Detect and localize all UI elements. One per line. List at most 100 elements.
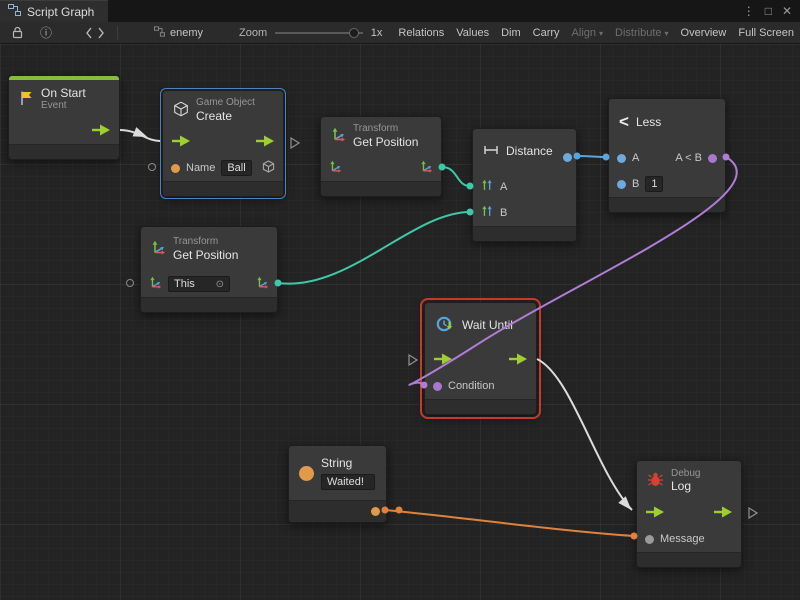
titlebar: Script Graph ⋮ □ ✕ [0,0,800,22]
b-value-field[interactable]: 1 [645,176,663,192]
bug-icon [647,472,664,490]
port-label: Message [660,533,705,545]
condition-input-port[interactable] [433,382,442,391]
position-output-port[interactable] [420,160,433,176]
node-debug-log[interactable]: Debug Log Message [636,460,742,568]
flow-output-port[interactable] [255,135,275,150]
flow-input-port[interactable] [645,506,665,521]
window-controls: ⋮ □ ✕ [743,0,800,22]
zoom-slider-handle[interactable] [349,28,359,38]
result-label: A < B [675,152,702,164]
toolbar-separator [117,26,118,40]
string-output-port[interactable] [371,507,380,516]
align-dropdown[interactable]: Align▾ [566,24,609,42]
transform-input-port[interactable] [149,276,162,292]
window-close-icon[interactable]: ✕ [782,4,792,18]
node-title: Wait Until [462,318,513,332]
wire-flow-start-create [120,130,160,141]
graph-breadcrumb[interactable]: enemy [154,26,203,40]
zoom-slider[interactable] [275,26,363,40]
node-less[interactable]: < Less A A < B B 1 [608,98,726,213]
carry-button[interactable]: Carry [527,24,566,42]
port-label: A [632,152,639,164]
node-distance[interactable]: Distance A B [472,128,577,242]
window-menu-icon[interactable]: ⋮ [743,4,755,18]
target-field[interactable]: This ⊙ [168,276,230,292]
node-title: On Start [41,86,86,100]
cube-icon [173,101,189,120]
lock-icon[interactable] [6,26,29,39]
flow-input-port[interactable] [433,353,453,368]
flow-output-port[interactable] [508,353,528,368]
unconnected-port-ring[interactable] [126,279,134,287]
node-category: Transform [173,236,238,248]
port-label: Name [186,162,215,174]
position-output-port[interactable] [256,276,269,292]
node-on-start-event[interactable]: On Start Event [8,75,120,160]
port-label: B [500,207,507,219]
object-picker-icon[interactable]: ⊙ [216,279,224,290]
result-output-port[interactable] [708,154,717,163]
node-footer [637,552,741,567]
wire-getpos1-distance-a [442,167,470,186]
port-label: B [632,178,639,190]
window-maximize-icon[interactable]: □ [765,4,772,18]
node-footer [9,144,119,159]
wire-endpoint [396,507,403,514]
node-game-object-create[interactable]: Game Object Create Name Ball [162,90,284,197]
flow-continuation-icon [290,136,300,154]
node-string[interactable]: String Waited! [288,445,387,523]
node-get-position-2[interactable]: Transform Get Position This ⊙ [140,226,278,313]
node-wait-until[interactable]: Wait Until Condition [424,302,537,415]
node-footer [141,297,277,312]
flow-input-port[interactable] [171,135,191,150]
node-footer [425,399,536,414]
wire-string-debuglog-message [385,510,634,536]
string-value-field[interactable]: Waited! [321,474,375,490]
transform-input-port[interactable] [329,160,342,176]
node-title: Log [671,479,700,493]
graph-canvas[interactable]: On Start Event Game Object Create [0,44,800,600]
timer-clock-icon [435,314,455,337]
b-input-port[interactable] [617,180,626,189]
node-footer [609,197,725,212]
wire-distance-less-a [577,156,606,157]
unconnected-port-ring[interactable] [148,163,156,171]
vector-input-icon[interactable] [481,205,494,221]
node-title: Create [196,109,255,123]
distance-output-port[interactable] [563,153,572,162]
game-object-output-port[interactable] [262,160,275,176]
full-screen-button[interactable]: Full Screen [732,24,800,42]
tab-script-graph[interactable]: Script Graph [0,0,108,22]
vector-input-icon[interactable] [481,179,494,195]
flow-output-port[interactable] [91,124,111,139]
string-icon [299,466,314,481]
distance-ruler-icon [483,143,499,160]
toolbar: ⓘ enemy Zoom 1x Relations Values Dim Car… [0,22,800,44]
chevron-down-icon: ▾ [665,29,669,38]
a-input-port[interactable] [617,154,626,163]
message-input-port[interactable] [645,535,654,544]
transform-axis-icon [151,240,166,258]
graph-icon [154,26,165,40]
flow-output-port[interactable] [713,506,733,521]
values-button[interactable]: Values [450,24,495,42]
node-get-position-1[interactable]: Transform Get Position [320,116,442,197]
dim-button[interactable]: Dim [495,24,527,42]
node-category: Debug [671,468,700,480]
node-footer [163,181,283,196]
zoom-label: Zoom [239,27,267,39]
graph-name: enemy [170,27,203,39]
node-category: Transform [353,123,418,135]
overview-button[interactable]: Overview [675,24,733,42]
chevrons-icon[interactable] [81,27,109,39]
name-field[interactable]: Ball [221,160,251,176]
node-category: Game Object [196,97,255,109]
chevron-down-icon: ▾ [599,29,603,38]
distribute-dropdown[interactable]: Distribute▾ [609,24,674,42]
info-icon[interactable]: ⓘ [35,24,57,41]
port-label: A [500,181,507,193]
name-input-port[interactable] [171,164,180,173]
tab-title: Script Graph [27,5,94,19]
relations-button[interactable]: Relations [392,24,450,42]
